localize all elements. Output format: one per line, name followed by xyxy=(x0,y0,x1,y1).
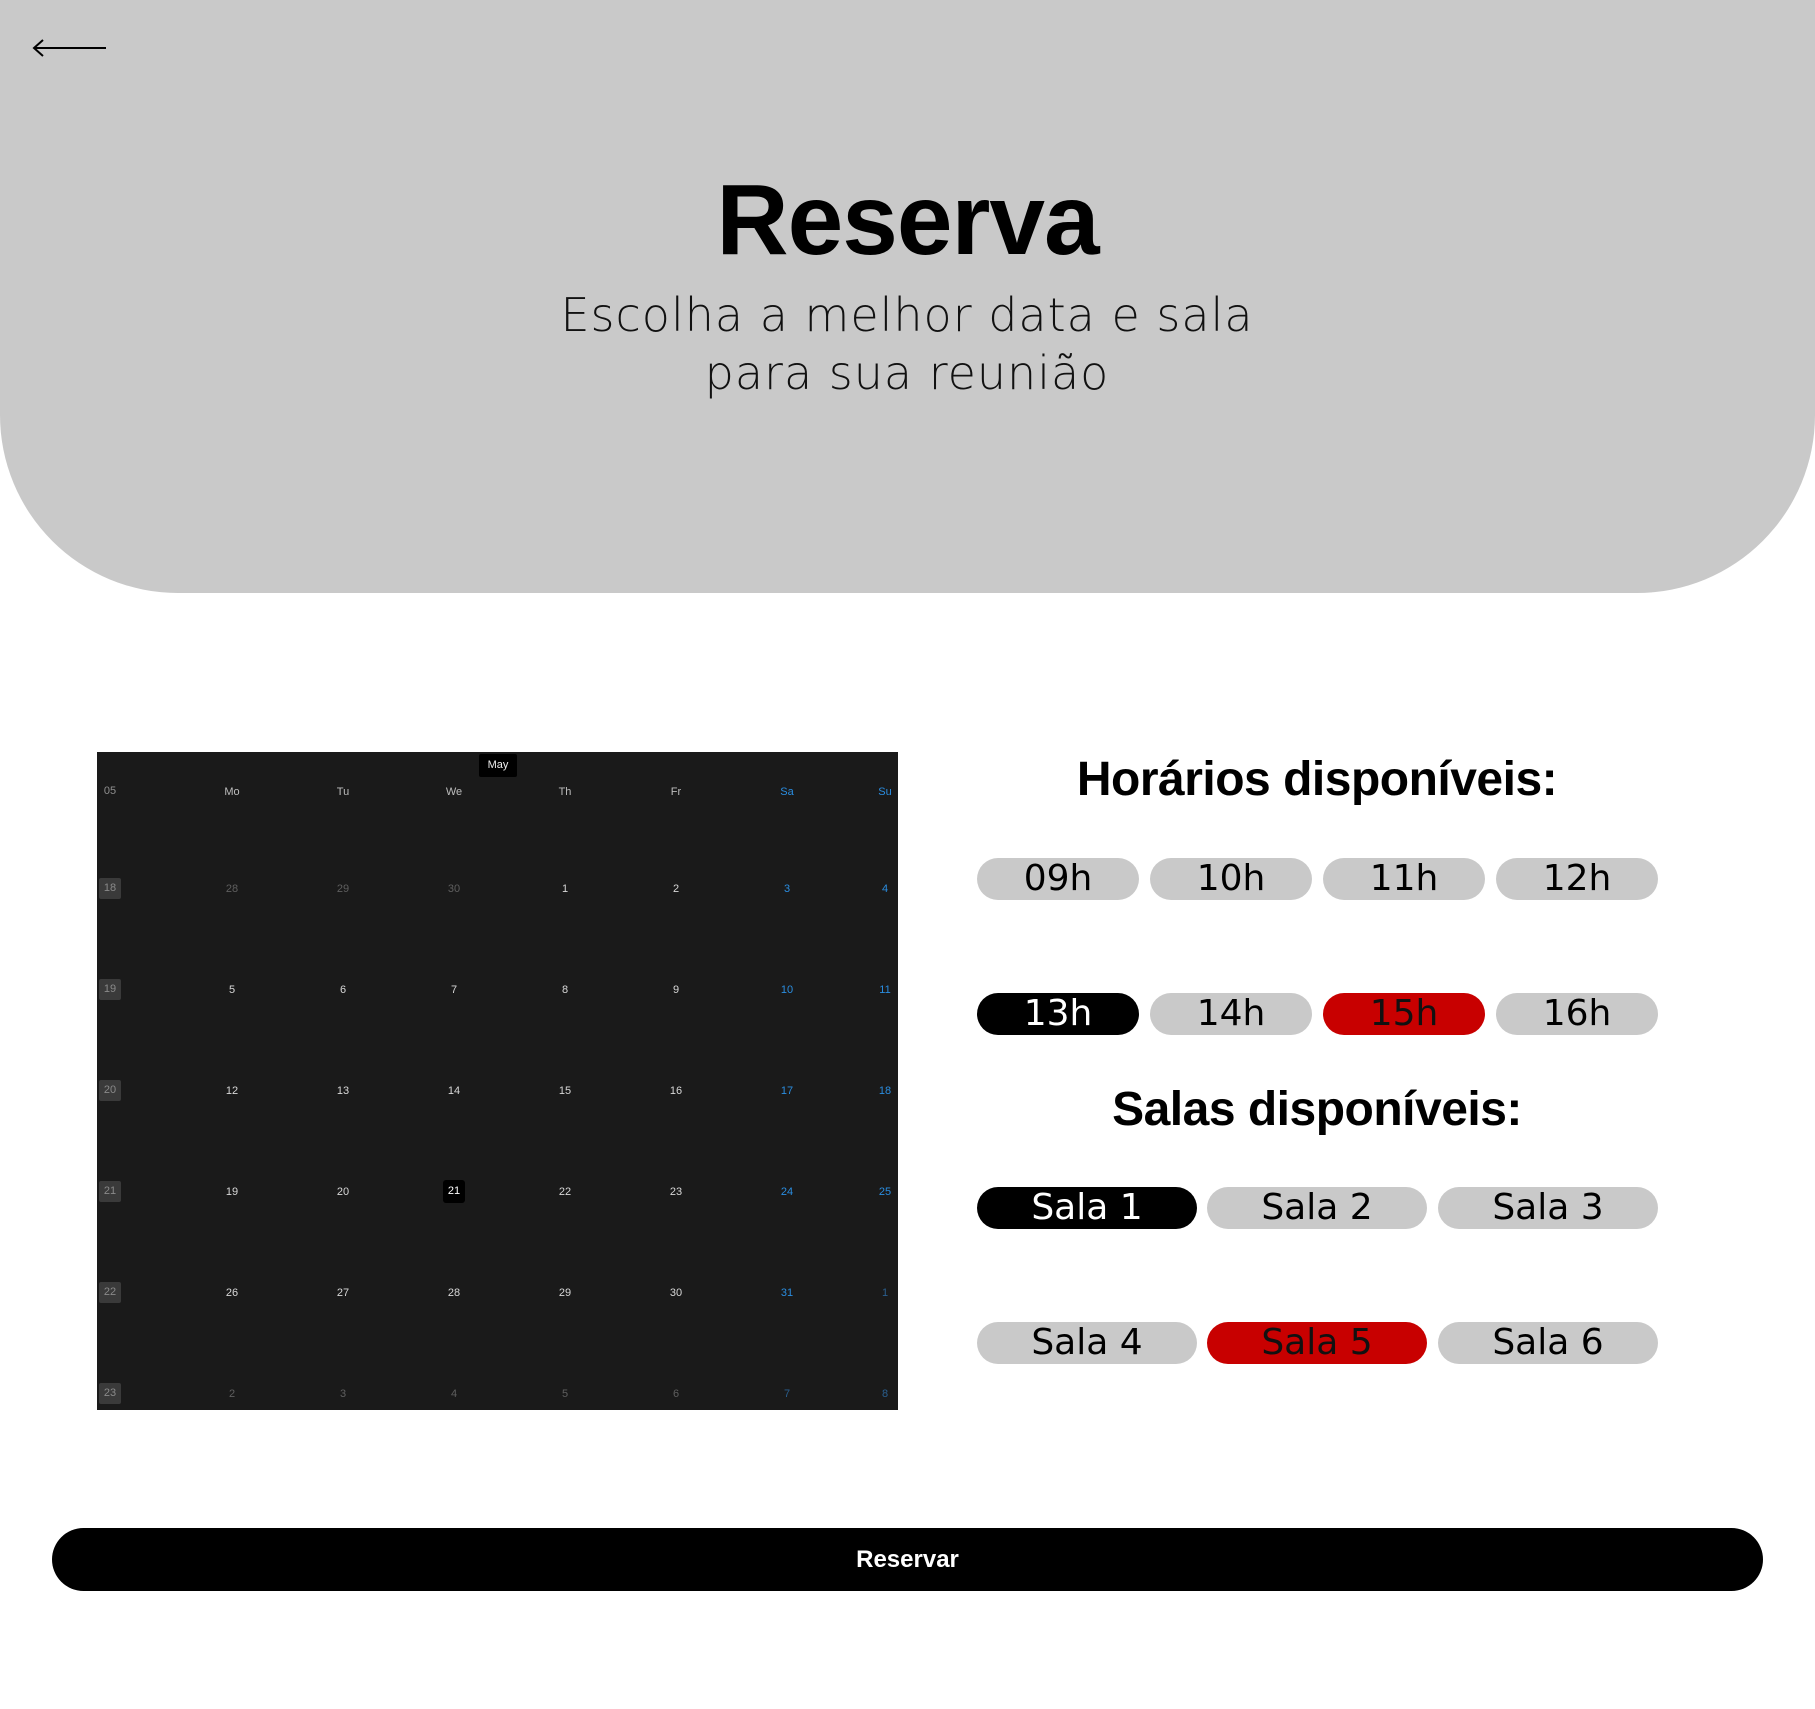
calendar-day[interactable]: 26 xyxy=(212,1287,252,1299)
calendar-day[interactable]: 16 xyxy=(656,1085,696,1097)
weekday-header-tu: Tu xyxy=(336,786,350,798)
calendar-day[interactable]: 6 xyxy=(323,984,363,996)
weekday-header-sa: Sa xyxy=(780,786,794,798)
calendar-day[interactable]: 31 xyxy=(767,1287,807,1299)
calendar-day[interactable]: 28 xyxy=(434,1287,474,1299)
weekday-header-we: We xyxy=(445,786,463,798)
subtitle-line-1: Escolha a melhor data e sala xyxy=(560,288,1254,342)
week-number: 21 xyxy=(99,1181,121,1202)
time-slot-14h[interactable]: 14h xyxy=(1150,993,1312,1035)
calendar-day[interactable]: 28 xyxy=(212,883,252,895)
calendar-day[interactable]: 18 xyxy=(865,1085,905,1097)
calendar-day[interactable]: 29 xyxy=(545,1287,585,1299)
calendar-day[interactable]: 5 xyxy=(212,984,252,996)
calendar-day[interactable]: 27 xyxy=(323,1287,363,1299)
calendar-day[interactable]: 7 xyxy=(434,984,474,996)
time-slot-13h[interactable]: 13h xyxy=(977,993,1139,1035)
header-banner: Reserva Escolha a melhor data e sala par… xyxy=(0,0,1815,593)
calendar-day[interactable]: 14 xyxy=(434,1085,474,1097)
page-title: Reserva xyxy=(716,164,1099,276)
calendar-day[interactable]: 24 xyxy=(767,1186,807,1198)
time-slot-11h[interactable]: 11h xyxy=(1323,858,1485,900)
calendar-day[interactable]: 6 xyxy=(656,1388,696,1400)
time-slot-16h[interactable]: 16h xyxy=(1496,993,1658,1035)
room-sala-4[interactable]: Sala 4 xyxy=(977,1322,1197,1364)
calendar-day[interactable]: 2 xyxy=(212,1388,252,1400)
calendar-day[interactable]: 22 xyxy=(545,1186,585,1198)
room-sala-5[interactable]: Sala 5 xyxy=(1207,1322,1427,1364)
calendar-day[interactable]: 7 xyxy=(767,1388,807,1400)
calendar-day[interactable]: 1 xyxy=(545,883,585,895)
reserve-button[interactable]: Reservar xyxy=(52,1528,1763,1591)
calendar-day[interactable]: 2 xyxy=(656,883,696,895)
calendar-day[interactable]: 3 xyxy=(323,1388,363,1400)
room-sala-3[interactable]: Sala 3 xyxy=(1438,1187,1658,1229)
calendar-day[interactable]: 11 xyxy=(865,984,905,996)
back-button[interactable] xyxy=(30,34,110,62)
weekday-header-fr: Fr xyxy=(670,786,682,798)
calendar-day[interactable]: 4 xyxy=(865,883,905,895)
weekday-header-mo: Mo xyxy=(224,786,240,798)
calendar-month-label: May xyxy=(479,754,517,777)
calendar-day[interactable]: 15 xyxy=(545,1085,585,1097)
calendar-day[interactable]: 5 xyxy=(545,1388,585,1400)
time-slot-09h[interactable]: 09h xyxy=(977,858,1139,900)
rooms-title: Salas disponíveis: xyxy=(1112,1083,1522,1136)
calendar-day[interactable]: 25 xyxy=(865,1186,905,1198)
calendar-day[interactable]: 8 xyxy=(865,1388,905,1400)
times-title: Horários disponíveis: xyxy=(1076,753,1558,806)
room-sala-2[interactable]: Sala 2 xyxy=(1207,1187,1427,1229)
calendar-day[interactable]: 17 xyxy=(767,1085,807,1097)
calendar-day[interactable]: 29 xyxy=(323,883,363,895)
calendar-day[interactable]: 13 xyxy=(323,1085,363,1097)
weekday-header-su: Su xyxy=(878,786,892,798)
calendar-day[interactable]: 1 xyxy=(865,1287,905,1299)
room-sala-6[interactable]: Sala 6 xyxy=(1438,1322,1658,1364)
subtitle-line-2: para sua reunião xyxy=(704,346,1110,400)
calendar-day[interactable]: 20 xyxy=(323,1186,363,1198)
week-number: 23 xyxy=(99,1383,121,1404)
week-number: 20 xyxy=(99,1080,121,1101)
calendar-day[interactable]: 4 xyxy=(434,1388,474,1400)
calendar-day[interactable]: 23 xyxy=(656,1186,696,1198)
calendar-day[interactable]: 30 xyxy=(656,1287,696,1299)
time-slot-12h[interactable]: 12h xyxy=(1496,858,1658,900)
calendar-day[interactable]: 3 xyxy=(767,883,807,895)
calendar-day[interactable]: 12 xyxy=(212,1085,252,1097)
calendar-day-selected[interactable]: 21 xyxy=(443,1180,465,1203)
page-subtitle: Escolha a melhor data e sala para sua re… xyxy=(557,286,1257,402)
time-slot-15h[interactable]: 15h xyxy=(1323,993,1485,1035)
weekday-header-th: Th xyxy=(558,786,572,798)
room-sala-1[interactable]: Sala 1 xyxy=(977,1187,1197,1229)
calendar-day[interactable]: 19 xyxy=(212,1186,252,1198)
time-slot-10h[interactable]: 10h xyxy=(1150,858,1312,900)
arrow-left-icon xyxy=(32,39,106,57)
calendar-day[interactable]: 30 xyxy=(434,883,474,895)
week-number: 19 xyxy=(99,979,121,1000)
week-number-header: 05 xyxy=(103,785,117,797)
week-number: 22 xyxy=(99,1282,121,1303)
calendar-day[interactable]: 8 xyxy=(545,984,585,996)
calendar-day[interactable]: 10 xyxy=(767,984,807,996)
week-number: 18 xyxy=(99,878,121,899)
calendar xyxy=(97,752,898,1410)
calendar-day[interactable]: 9 xyxy=(656,984,696,996)
